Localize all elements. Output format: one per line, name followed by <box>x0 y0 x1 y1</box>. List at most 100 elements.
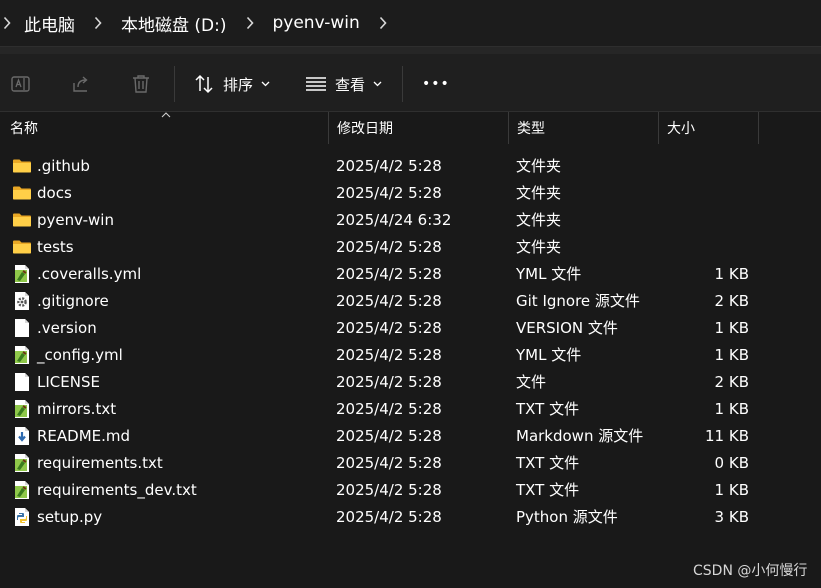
file-row[interactable]: README.md 2025/4/2 5:28 Markdown 源文件 11 KB <box>0 422 821 449</box>
chevron-right-icon[interactable] <box>0 16 14 30</box>
file-row[interactable]: pyenv-win 2025/4/24 6:32 文件夹 <box>0 206 821 233</box>
chevron-down-icon <box>373 81 382 87</box>
file-modified: 2025/4/2 5:28 <box>336 264 442 283</box>
file-size: 1 KB <box>714 264 749 283</box>
file-row[interactable]: tests 2025/4/2 5:28 文件夹 <box>0 233 821 260</box>
column-header-type[interactable]: 类型 <box>508 112 658 144</box>
file-size <box>660 179 749 206</box>
chevron-right-icon[interactable] <box>372 16 394 30</box>
breadcrumb-local-disk-d[interactable]: 本地磁盘 (D:) <box>109 11 239 36</box>
file-type: TXT 文件 <box>516 400 580 418</box>
file-row[interactable]: _config.yml 2025/4/2 5:28 YML 文件 1 KB <box>0 341 821 368</box>
file-name-cell[interactable]: requirements.txt <box>12 449 163 476</box>
file-name-cell[interactable]: tests <box>12 233 74 260</box>
file-name-cell[interactable]: .version <box>12 314 97 341</box>
delete-button[interactable] <box>130 71 152 97</box>
markdown-file-icon <box>12 426 32 446</box>
file-row[interactable]: .coveralls.yml 2025/4/2 5:28 YML 文件 1 KB <box>0 260 821 287</box>
sort-icon <box>195 74 213 94</box>
more-options-button[interactable]: ••• <box>422 71 450 97</box>
file-type: YML 文件 <box>516 265 582 283</box>
file-name-cell[interactable]: .github <box>12 152 90 179</box>
file-name-cell[interactable]: setup.py <box>12 503 102 530</box>
column-header-size[interactable]: 大小 <box>658 112 758 144</box>
file-row[interactable]: mirrors.txt 2025/4/2 5:28 TXT 文件 1 KB <box>0 395 821 422</box>
file-row[interactable]: setup.py 2025/4/2 5:28 Python 源文件 3 KB <box>0 503 821 530</box>
breadcrumb-pyenv-win[interactable]: pyenv-win <box>261 13 372 33</box>
column-size-label: 大小 <box>667 121 695 137</box>
file-size <box>660 152 749 179</box>
sort-label: 排序 <box>223 75 254 94</box>
chevron-right-icon[interactable] <box>239 16 261 30</box>
file-name-cell[interactable]: .gitignore <box>12 287 109 314</box>
file-name: _config.yml <box>37 345 123 364</box>
column-header: 名称 修改日期 类型 大小 <box>0 112 821 144</box>
view-label: 查看 <box>335 75 366 94</box>
notepadpp-file-icon <box>12 264 32 284</box>
file-name-cell[interactable]: docs <box>12 179 72 206</box>
breadcrumb: 此电脑 本地磁盘 (D:) pyenv-win <box>0 0 394 46</box>
notepadpp-file-icon <box>12 453 32 473</box>
file-type: YML 文件 <box>516 346 582 364</box>
column-header-modified[interactable]: 修改日期 <box>328 112 508 144</box>
rename-icon <box>11 76 30 92</box>
file-name-cell[interactable]: _config.yml <box>12 341 123 368</box>
sort-button[interactable]: 排序 <box>193 71 270 97</box>
file-size: 2 KB <box>714 372 749 391</box>
gear-file-icon <box>12 291 32 311</box>
file-name: .gitignore <box>37 291 109 310</box>
file-name: setup.py <box>37 507 103 526</box>
column-header-name[interactable]: 名称 <box>1 112 328 144</box>
chevron-down-icon <box>261 81 270 87</box>
toolbar-separator <box>0 46 821 54</box>
column-divider[interactable] <box>758 112 759 144</box>
file-list: .github 2025/4/2 5:28 文件夹 docs 2025/4/2 5:28… <box>0 152 821 530</box>
file-size: 11 KB <box>705 426 749 445</box>
file-modified: 2025/4/2 5:28 <box>336 318 442 337</box>
command-bar: 排序 查看 ••• <box>0 54 821 112</box>
watermark: CSDN @小何慢行 <box>693 563 808 579</box>
breadcrumb-this-pc[interactable]: 此电脑 <box>14 11 87 36</box>
file-name-cell[interactable]: pyenv-win <box>12 206 114 233</box>
notepadpp-file-icon <box>12 480 32 500</box>
file-type: 文件夹 <box>516 211 562 229</box>
file-type: Markdown 源文件 <box>516 427 644 445</box>
view-button[interactable]: 查看 <box>305 71 382 97</box>
file-row[interactable]: .github 2025/4/2 5:28 文件夹 <box>0 152 821 179</box>
file-name-cell[interactable]: README.md <box>12 422 130 449</box>
file-modified: 2025/4/2 5:28 <box>336 507 442 526</box>
toolbar-divider <box>402 66 403 102</box>
file-row[interactable]: .gitignore 2025/4/2 5:28 Git Ignore 源文件 2 K… <box>0 287 821 314</box>
file-name: requirements.txt <box>37 453 163 472</box>
file-name-cell[interactable]: requirements_dev.txt <box>12 476 197 503</box>
file-row[interactable]: requirements.txt 2025/4/2 5:28 TXT 文件 0 KB <box>0 449 821 476</box>
blank-file-icon <box>12 372 32 392</box>
file-row[interactable]: requirements_dev.txt 2025/4/2 5:28 TXT 文件 1… <box>0 476 821 503</box>
file-modified: 2025/4/2 5:28 <box>336 156 442 175</box>
chevron-right-icon[interactable] <box>87 16 109 30</box>
file-name-cell[interactable]: LICENSE <box>12 368 100 395</box>
share-button[interactable] <box>70 71 92 97</box>
file-row[interactable]: LICENSE 2025/4/2 5:28 文件 2 KB <box>0 368 821 395</box>
folder-icon <box>12 210 32 230</box>
file-size: 2 KB <box>714 291 749 310</box>
file-name-cell[interactable]: .coveralls.yml <box>12 260 141 287</box>
file-modified: 2025/4/2 5:28 <box>336 480 442 499</box>
file-modified: 2025/4/2 5:28 <box>336 291 442 310</box>
file-type: 文件夹 <box>516 184 562 202</box>
file-name: tests <box>37 237 74 256</box>
view-lines-icon <box>306 77 326 91</box>
file-modified: 2025/4/2 5:28 <box>336 372 442 391</box>
file-name-cell[interactable]: mirrors.txt <box>12 395 116 422</box>
file-modified: 2025/4/2 5:28 <box>336 183 442 202</box>
file-type: TXT 文件 <box>516 454 580 472</box>
trash-icon <box>133 75 149 93</box>
file-row[interactable]: .version 2025/4/2 5:28 VERSION 文件 1 KB <box>0 314 821 341</box>
column-type-label: 类型 <box>517 121 545 137</box>
file-size: 0 KB <box>714 453 749 472</box>
notepadpp-file-icon <box>12 399 32 419</box>
file-name: docs <box>37 183 72 202</box>
rename-button[interactable] <box>10 71 32 97</box>
file-size: 1 KB <box>714 399 749 418</box>
file-row[interactable]: docs 2025/4/2 5:28 文件夹 <box>0 179 821 206</box>
